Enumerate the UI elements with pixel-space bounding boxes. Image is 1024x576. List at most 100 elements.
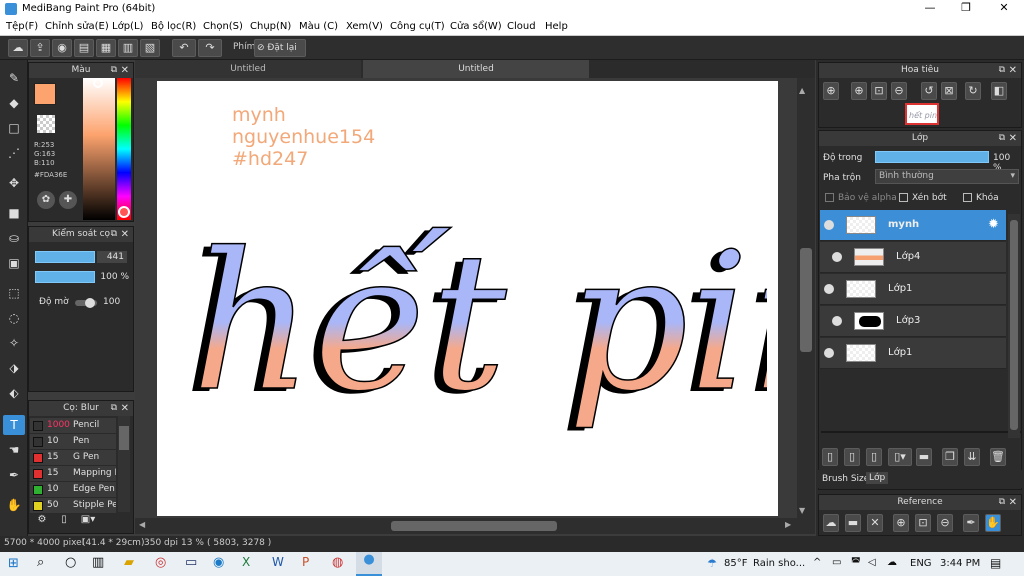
volume-icon[interactable]: ◁ — [868, 557, 876, 568]
redo-icon[interactable]: ↷ — [198, 39, 222, 57]
cloud-icon[interactable]: ☁ — [8, 39, 28, 57]
clock[interactable]: 3:44 PM — [940, 558, 980, 569]
eye-icon[interactable] — [832, 316, 842, 326]
hue-handle[interactable] — [118, 206, 130, 218]
language-indicator[interactable]: ENG — [910, 558, 932, 569]
powerpoint-icon[interactable]: P — [302, 555, 309, 569]
reset-view-icon[interactable]: ⊠ — [941, 82, 957, 100]
detach-icon[interactable]: ⧉ — [111, 401, 117, 416]
brush-item[interactable]: 1000 Pencil — [30, 418, 116, 434]
eye-icon[interactable] — [824, 348, 834, 358]
close-icon[interactable]: ✕ — [121, 63, 129, 78]
palette-add-icon[interactable]: ✚ — [59, 191, 77, 209]
weather-icon[interactable]: ☂ — [707, 557, 717, 570]
operation-tool-icon[interactable]: ☚ — [3, 440, 25, 460]
text-tool-icon[interactable]: T — [3, 415, 25, 435]
layer-row-lop3[interactable]: Lớp3 — [820, 306, 1006, 337]
ref-dropper-icon[interactable]: ✒ — [963, 514, 979, 532]
tab-layer[interactable]: Lớp — [866, 472, 889, 484]
ref-zoom-out-icon[interactable]: ⊖ — [937, 514, 953, 532]
close-icon[interactable]: ✕ — [1009, 131, 1017, 146]
tab-untitled-1[interactable]: Untitled — [135, 60, 361, 78]
dropper-tool-icon[interactable]: ✒ — [3, 465, 25, 485]
excel-icon[interactable]: X — [242, 555, 250, 569]
bucket-tool-icon[interactable]: ⛀ — [3, 228, 25, 248]
brush-item[interactable]: 15 G Pen — [30, 450, 116, 466]
comic-icon[interactable]: ▤ — [74, 39, 94, 57]
select-rect-icon[interactable]: ⬚ — [3, 283, 25, 303]
comment-icon[interactable]: ◉ — [52, 39, 72, 57]
edge-icon[interactable]: ◉ — [213, 555, 224, 570]
add-layer-menu-icon[interactable]: ▯▾ — [888, 448, 912, 466]
size-value[interactable]: 441 — [97, 251, 127, 263]
menu-file[interactable]: Tệp(F) — [6, 21, 38, 32]
lasso-icon[interactable]: ◌ — [3, 308, 25, 328]
flip-icon[interactable]: ◧ — [991, 82, 1007, 100]
grid-icon[interactable]: ▥ — [118, 39, 138, 57]
tab-untitled-2[interactable]: Untitled — [363, 60, 589, 78]
ref-fit-icon[interactable]: ⊡ — [915, 514, 931, 532]
sv-handle[interactable] — [93, 78, 103, 88]
horizontal-scrollbar[interactable]: ◀ ▶ — [135, 518, 815, 534]
minimize-icon[interactable]: — — [912, 1, 948, 14]
layer-row-mynh[interactable]: mynh ✹ — [820, 210, 1006, 241]
brush-item[interactable]: 10 Edge Pen — [30, 482, 116, 498]
opacity-slider[interactable] — [35, 271, 95, 283]
reset-button[interactable]: ⊘ Đặt lại — [254, 39, 306, 57]
fit-icon[interactable]: ⊡ — [871, 82, 887, 100]
panel-icon[interactable]: ▦ — [96, 39, 116, 57]
brush-add-icon[interactable]: ⚙ — [33, 514, 51, 530]
rotate-right-icon[interactable]: ↻ — [965, 82, 981, 100]
size-slider[interactable] — [35, 251, 95, 263]
zoom-in-icon[interactable]: ⊕ — [851, 82, 867, 100]
app-icon-red[interactable]: ◎ — [155, 555, 166, 570]
menu-view[interactable]: Xem(V) — [346, 21, 383, 32]
ref-open-icon[interactable]: ▬ — [845, 514, 861, 532]
menu-window[interactable]: Cửa sổ(W) — [450, 21, 502, 32]
new-8bit-layer-icon[interactable]: ▯ — [844, 448, 860, 466]
layer-row-lop1[interactable]: Lớp1 — [820, 274, 1006, 305]
vertical-scroll-thumb[interactable] — [800, 248, 812, 352]
menu-color[interactable]: Màu (C) — [299, 21, 338, 32]
rect-tool-icon[interactable]: □ — [3, 118, 25, 138]
menu-filter[interactable]: Bộ lọc(R) — [151, 21, 196, 32]
palette-icon[interactable]: ✿ — [37, 191, 55, 209]
merge-icon[interactable]: ⇊ — [964, 448, 980, 466]
menu-cloud[interactable]: Cloud — [507, 21, 536, 32]
transparent-swatch[interactable] — [37, 115, 55, 133]
layout-icon[interactable]: ▧ — [140, 39, 160, 57]
blend-select[interactable]: Bình thường ▾ — [875, 169, 1019, 184]
brush-item[interactable]: 15 Mapping P — [30, 466, 116, 482]
horizontal-scroll-thumb[interactable] — [391, 521, 557, 531]
eye-icon[interactable] — [824, 284, 834, 294]
file-explorer-icon[interactable]: ▰ — [124, 555, 134, 570]
detach-icon[interactable]: ⧉ — [999, 63, 1005, 78]
brush-item[interactable]: 10 Pen — [30, 434, 116, 450]
gear-icon[interactable]: ✹ — [988, 217, 999, 232]
new-1bit-layer-icon[interactable]: ▯ — [866, 448, 882, 466]
select-eraser-icon[interactable]: ⬖ — [3, 383, 25, 403]
zoom-out-icon[interactable]: ⊖ — [891, 82, 907, 100]
layer-row-lop1-b[interactable]: Lớp1 — [820, 338, 1006, 369]
undo-icon[interactable]: ↶ — [172, 39, 196, 57]
cortana-icon[interactable]: ○ — [65, 555, 76, 570]
brush-scrollbar[interactable] — [118, 416, 130, 512]
word-icon[interactable]: W — [272, 555, 284, 569]
protect-alpha-checkbox[interactable] — [825, 193, 834, 202]
detach-icon[interactable]: ⧉ — [999, 131, 1005, 146]
eraser-tool-icon[interactable]: ◆ — [3, 93, 25, 113]
magic-wand-icon[interactable]: ✧ — [3, 333, 25, 353]
navigator-preview[interactable]: hết pin — [905, 103, 939, 125]
medibang-taskbar-icon[interactable]: ● — [356, 552, 382, 576]
layer-opacity-slider[interactable] — [875, 151, 989, 163]
detach-icon[interactable]: ⧉ — [999, 495, 1005, 510]
menu-help[interactable]: Help — [545, 21, 568, 32]
ref-zoom-in-icon[interactable]: ⊕ — [893, 514, 909, 532]
chrome-icon[interactable]: ◍ — [332, 555, 343, 570]
clipping-checkbox[interactable] — [899, 193, 908, 202]
zoom-fit-icon[interactable]: ⊕ — [823, 82, 839, 100]
maximize-icon[interactable]: ❐ — [948, 1, 984, 14]
ref-hand-icon[interactable]: ✋ — [985, 514, 1001, 532]
hand-tool-icon[interactable]: ✋ — [3, 495, 25, 515]
menu-select[interactable]: Chọn(S) — [203, 21, 243, 32]
